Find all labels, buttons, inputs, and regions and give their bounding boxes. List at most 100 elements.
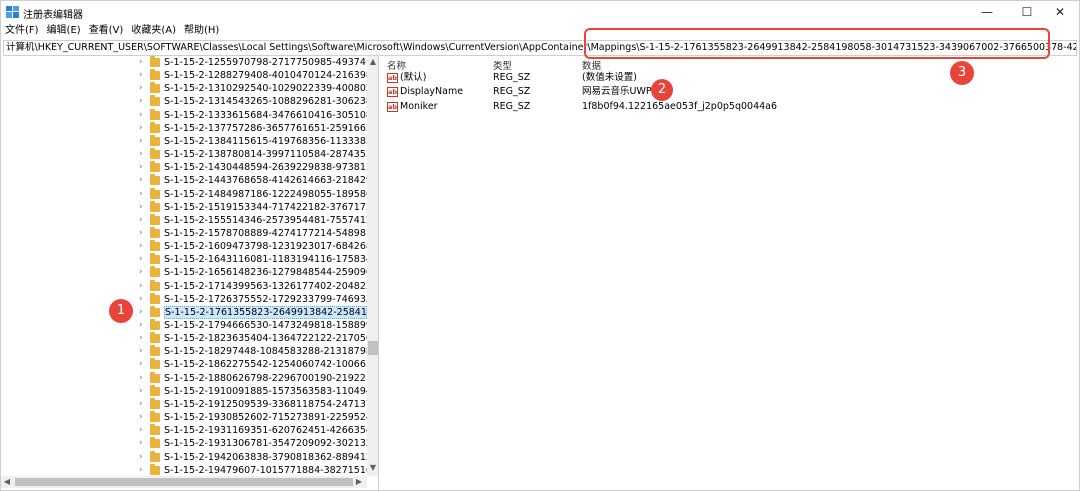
value-row[interactable]: ab DisplayName REG_SZ 网易云音乐UWP xyxy=(381,85,1079,99)
expand-chevron-icon[interactable]: › xyxy=(139,240,147,253)
tree-item[interactable]: › S-1-15-2-1288279408-4010470124-21639850… xyxy=(1,69,367,82)
expand-chevron-icon[interactable]: › xyxy=(139,266,147,279)
scroll-thumb[interactable] xyxy=(368,341,378,355)
tree-item[interactable]: › S-1-15-2-18297448-1084583288-2131879811… xyxy=(1,345,367,358)
scroll-left-arrow-icon[interactable]: ◀ xyxy=(1,476,13,488)
expand-chevron-icon[interactable]: › xyxy=(139,201,147,214)
column-header-type[interactable]: 类型 xyxy=(493,58,512,72)
value-row[interactable]: ab Moniker REG_SZ 1f8b0f94.122165ae053f_… xyxy=(381,100,1079,114)
folder-icon xyxy=(150,134,160,146)
column-header-name[interactable]: 名称 xyxy=(387,58,406,72)
tree-item[interactable]: › S-1-15-2-1255970798-2717750985-49374129… xyxy=(1,56,367,69)
menu-edit[interactable]: 编辑(E) xyxy=(43,23,85,39)
registry-editor-icon xyxy=(6,6,19,18)
tree-item[interactable]: › S-1-15-2-1519153344-717422182-376717569… xyxy=(1,200,367,214)
horizontal-scroll-thumb[interactable] xyxy=(15,478,353,486)
tree-item[interactable]: › S-1-15-2-1314543265-1088296281-30623845… xyxy=(1,95,367,108)
expand-chevron-icon[interactable]: › xyxy=(139,306,147,319)
tree-item[interactable]: › S-1-15-2-155514346-2573954481-755741238… xyxy=(1,213,367,227)
expand-chevron-icon[interactable]: › xyxy=(139,424,147,437)
expand-chevron-icon[interactable]: › xyxy=(139,372,147,385)
tree-item[interactable]: › S-1-15-2-138780814-3997110584-287435302… xyxy=(1,148,367,161)
folder-icon xyxy=(150,437,160,449)
tree-item[interactable]: › S-1-15-2-1310292540-1029022339-40080230… xyxy=(1,82,367,95)
expand-chevron-icon[interactable]: › xyxy=(139,56,147,69)
tree-item[interactable]: › S-1-15-2-1726375552-1729233799-74693324… xyxy=(1,292,367,306)
expand-chevron-icon[interactable]: › xyxy=(139,385,147,398)
tree-item[interactable]: › S-1-15-2-1656148236-1279848544-25909690… xyxy=(1,266,367,279)
tree-item[interactable]: › S-1-15-2-1862275542-1254060742-10066307… xyxy=(1,358,367,371)
expand-chevron-icon[interactable]: › xyxy=(139,437,147,450)
expand-chevron-icon[interactable]: › xyxy=(139,345,147,358)
expand-chevron-icon[interactable]: › xyxy=(139,253,147,266)
expand-chevron-icon[interactable]: › xyxy=(139,358,147,371)
menu-view[interactable]: 查看(V) xyxy=(85,23,128,39)
tree-item[interactable]: › S-1-15-2-1430448594-2639229838-97381379… xyxy=(1,161,367,174)
tree-item-label: S-1-15-2-1643116081-1183194116-175834252 xyxy=(164,254,367,266)
value-type: REG_SZ xyxy=(493,72,531,83)
tree-item-label: S-1-15-2-1656148236-1279848544-259096905 xyxy=(164,267,367,279)
tree-item[interactable]: › S-1-15-2-1823635404-1364722122-21705626… xyxy=(1,332,367,345)
tree-horizontal-scrollbar[interactable]: ◀ ▶ xyxy=(1,476,367,488)
column-header-data[interactable]: 数据 xyxy=(582,58,601,72)
tree-item[interactable]: › S-1-15-2-1794666530-1473249818-15889962… xyxy=(1,319,367,332)
value-row[interactable]: ab (默认) REG_SZ (数值未设置) xyxy=(381,71,1079,85)
tree-item-label: S-1-15-2-1910091885-1573563583-110494128 xyxy=(164,385,367,397)
expand-chevron-icon[interactable]: › xyxy=(139,227,147,240)
tree-item[interactable]: › S-1-15-2-137757286-3657761651-259166395… xyxy=(1,121,367,135)
expand-chevron-icon[interactable]: › xyxy=(139,174,147,187)
tree-item-label: S-1-15-2-1578708889-4274177214-548981922 xyxy=(164,227,367,239)
tree-item[interactable]: › S-1-15-2-1609473798-1231923017-68426815… xyxy=(1,240,367,253)
tree-item[interactable]: › S-1-15-2-1942063838-3790818362-88941296… xyxy=(1,450,367,464)
expand-chevron-icon[interactable]: › xyxy=(139,148,147,161)
folder-icon xyxy=(150,121,160,133)
menu-help[interactable]: 帮助(H) xyxy=(180,23,223,39)
menu-file[interactable]: 文件(F) xyxy=(1,23,43,39)
scroll-down-arrow-icon[interactable]: ▼ xyxy=(367,462,378,474)
tree-item[interactable]: › S-1-15-2-1643116081-1183194116-17583425… xyxy=(1,253,367,266)
close-button[interactable]: ✕ xyxy=(1037,1,1080,23)
expand-chevron-icon[interactable]: › xyxy=(139,464,147,477)
expand-chevron-icon[interactable]: › xyxy=(139,69,147,82)
tree-item-label: S-1-15-2-1443768658-4142614663-218429561 xyxy=(164,175,367,187)
tree-item[interactable]: › S-1-15-2-1714399563-1326177402-20482222… xyxy=(1,279,367,293)
expand-chevron-icon[interactable]: › xyxy=(139,188,147,201)
expand-chevron-icon[interactable]: › xyxy=(139,319,147,332)
tree-item[interactable]: › S-1-15-2-1761355823-2649913842-25841980… xyxy=(1,305,367,319)
tree-item[interactable]: › S-1-15-2-1931306781-3547209092-30213224… xyxy=(1,437,367,450)
tree-item[interactable]: › S-1-15-2-1443768658-4142614663-21842956… xyxy=(1,174,367,187)
expand-chevron-icon[interactable]: › xyxy=(139,293,147,306)
tree-vertical-scrollbar[interactable]: ▲ ▼ xyxy=(367,56,378,476)
expand-chevron-icon[interactable]: › xyxy=(139,82,147,95)
scroll-up-arrow-icon[interactable]: ▲ xyxy=(367,56,378,68)
expand-chevron-icon[interactable]: › xyxy=(139,411,147,424)
scroll-right-arrow-icon[interactable]: ▶ xyxy=(353,476,365,488)
tree-item[interactable]: › S-1-15-2-1931169351-620762451-426635469… xyxy=(1,424,367,437)
expand-chevron-icon[interactable]: › xyxy=(139,109,147,122)
tree-item[interactable]: › S-1-15-2-1484987186-1222498055-18958671… xyxy=(1,187,367,201)
folder-icon xyxy=(150,332,160,344)
tree-item[interactable]: › S-1-15-2-19479607-1015771884-3827151630… xyxy=(1,463,367,477)
tree-item[interactable]: › S-1-15-2-1333615684-3476610416-30510817… xyxy=(1,108,367,122)
tree-item[interactable]: › S-1-15-2-1384115615-419768356-113338512… xyxy=(1,134,367,148)
expand-chevron-icon[interactable]: › xyxy=(139,398,147,411)
folder-icon xyxy=(150,384,160,396)
tree-item[interactable]: › S-1-15-2-1930852602-715273891-225952416… xyxy=(1,411,367,424)
folder-icon xyxy=(150,397,160,409)
expand-chevron-icon[interactable]: › xyxy=(139,451,147,464)
tree-item[interactable]: › S-1-15-2-1912509539-3368118754-24713719… xyxy=(1,397,367,411)
expand-chevron-icon[interactable]: › xyxy=(139,95,147,108)
expand-chevron-icon[interactable]: › xyxy=(139,161,147,174)
expand-chevron-icon[interactable]: › xyxy=(139,214,147,227)
tree-item[interactable]: › S-1-15-2-1578708889-4274177214-54898192… xyxy=(1,226,367,240)
folder-icon xyxy=(150,213,160,225)
tree-item-label: S-1-15-2-1862275542-1254060742-100663075 xyxy=(164,359,367,371)
tree-item[interactable]: › S-1-15-2-1910091885-1573563583-11049412… xyxy=(1,384,367,398)
expand-chevron-icon[interactable]: › xyxy=(139,122,147,135)
expand-chevron-icon[interactable]: › xyxy=(139,332,147,345)
expand-chevron-icon[interactable]: › xyxy=(139,135,147,148)
tree-item[interactable]: › S-1-15-2-1880626798-2296700190-21922162… xyxy=(1,371,367,385)
value-name: DisplayName xyxy=(400,86,464,97)
expand-chevron-icon[interactable]: › xyxy=(139,280,147,293)
menu-favorites[interactable]: 收藏夹(A) xyxy=(127,23,180,39)
